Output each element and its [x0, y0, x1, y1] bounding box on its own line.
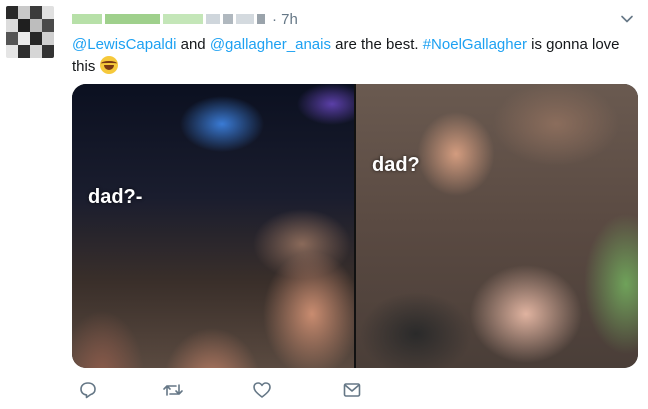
tweet-text: @LewisCapaldi and @gallagher_anais are t…: [72, 34, 632, 78]
blurred-handle: [236, 14, 254, 24]
reply-icon[interactable]: [78, 380, 100, 402]
retweet-icon[interactable]: [162, 380, 184, 402]
tears-of-joy-emoji: [99, 56, 118, 74]
mention-link[interactable]: @gallagher_anais: [210, 36, 331, 53]
blurred-name[interactable]: [72, 14, 102, 24]
heart-icon[interactable]: [252, 380, 274, 402]
blurred-name[interactable]: [163, 14, 203, 24]
tweet-timestamp[interactable]: · 7h: [272, 11, 298, 28]
hashtag-link[interactable]: #NoelGallagher: [423, 36, 527, 53]
media-image-left[interactable]: dad?-: [72, 84, 354, 368]
tweet-text-fragment: and: [176, 36, 210, 53]
tweet-text-fragment: are the best.: [330, 36, 423, 53]
envelope-icon[interactable]: [342, 380, 364, 402]
tweet-actions: [72, 380, 372, 404]
blurred-handle: [206, 14, 220, 24]
media-image-right[interactable]: dad?: [356, 84, 638, 368]
avatar[interactable]: [6, 6, 54, 58]
mention-link[interactable]: @LewisCapaldi: [72, 36, 176, 53]
blurred-name[interactable]: [105, 14, 160, 24]
blurred-handle: [257, 14, 265, 24]
image-caption: dad?: [372, 154, 420, 176]
image-caption: dad?-: [88, 186, 143, 208]
blurred-handle: [223, 14, 233, 24]
chevron-down-icon[interactable]: [620, 12, 634, 26]
tweet-header: · 7h: [72, 10, 298, 28]
tweet-media[interactable]: dad?- dad?: [72, 84, 638, 368]
